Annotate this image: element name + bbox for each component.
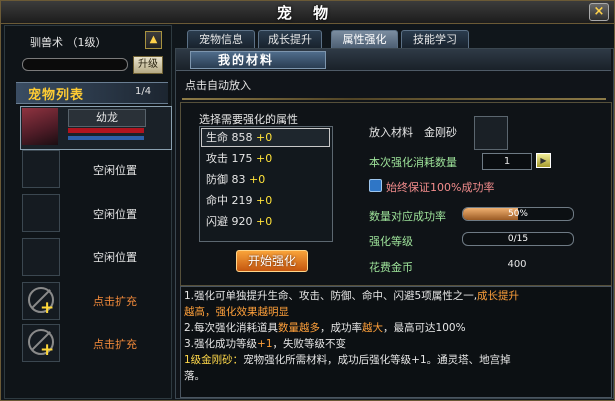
attribute-plus: +0	[256, 215, 273, 228]
attribute-plus: +0	[256, 194, 273, 207]
pet-hp-bar	[68, 128, 144, 133]
tab-attribute-enhance[interactable]: 属性强化	[331, 30, 398, 50]
close-button[interactable]: ×	[589, 3, 609, 21]
expand-slot-label[interactable]: 点击扩充	[70, 293, 160, 309]
empty-slot-icon[interactable]	[22, 238, 60, 276]
desc-line-3: 2.每次强化消耗道具数量越多，成功率越大，最高可达100%	[184, 322, 466, 334]
guarantee-label[interactable]: 始终保证100%成功率	[386, 179, 494, 195]
select-attribute-label: 选择需要强化的属性	[199, 113, 298, 126]
consume-quantity-label: 本次强化消耗数量	[369, 156, 457, 169]
attribute-value: 858	[231, 131, 253, 144]
success-rate-bar: 50%	[462, 207, 574, 221]
pet-name: 幼龙	[68, 109, 146, 127]
attribute-row[interactable]: 防御 83 +0	[206, 173, 326, 187]
attribute-value: 920	[231, 215, 253, 228]
attribute-name: 防御	[206, 173, 228, 186]
desc-line-2: 越高，强化效果越明显	[184, 306, 289, 318]
empty-slot-label[interactable]: 空闲位置	[70, 206, 160, 222]
attribute-row[interactable]: 生命 858 +0	[206, 131, 326, 145]
desc-line-5: 1级金刚砂：宠物强化所需材料，成功后强化等级+1。通灵塔、地宫掉	[184, 354, 511, 366]
desc-line-6: 落。	[184, 370, 205, 382]
divider	[182, 98, 606, 100]
attribute-name: 命中	[206, 194, 228, 207]
attribute-value: 175	[231, 152, 253, 165]
attribute-row[interactable]: 攻击 175 +0	[206, 152, 326, 166]
enhance-level-value: 0/15	[507, 234, 529, 244]
success-rate-value: 50%	[507, 209, 528, 219]
empty-slot-label[interactable]: 空闲位置	[70, 249, 160, 265]
tab-pet-info[interactable]: 宠物信息	[187, 30, 255, 50]
plus-icon: +	[40, 340, 55, 360]
upgrade-button[interactable]: 升级	[133, 56, 163, 74]
attribute-name: 闪避	[206, 215, 228, 228]
attribute-value: 83	[231, 173, 246, 186]
enhance-level-bar: 0/15	[462, 232, 574, 246]
attribute-plus: +0	[256, 152, 273, 165]
attribute-plus: +0	[249, 173, 266, 186]
pet-list-title: 宠物列表	[28, 88, 85, 103]
attribute-name: 生命	[206, 131, 228, 144]
empty-slot-icon[interactable]	[22, 150, 60, 188]
tab-growth[interactable]: 成长提升	[258, 30, 322, 50]
enhance-level-label: 强化等级	[369, 235, 413, 248]
desc-line-4: 3.强化成功等级+1，失败等级不变	[184, 338, 347, 350]
empty-slot-icon[interactable]	[22, 194, 60, 232]
tab-skill-learning[interactable]: 技能学习	[401, 30, 469, 50]
gold-cost-value: 400	[507, 259, 527, 270]
attribute-row[interactable]: 闪避 920 +0	[206, 215, 326, 229]
skill-up-icon[interactable]: ▲	[145, 31, 162, 49]
dragon-pet-icon	[22, 108, 58, 145]
auto-place-hint: 点击自动放入	[185, 79, 251, 92]
attribute-plus: +0	[256, 131, 273, 144]
plus-icon: +	[40, 298, 55, 318]
window-title: 宠 物	[276, 4, 337, 22]
attribute-row[interactable]: 命中 219 +0	[206, 194, 326, 208]
guarantee-checkbox[interactable]	[369, 179, 382, 192]
max-quantity-icon[interactable]: ▶	[536, 153, 551, 168]
empty-slot-label[interactable]: 空闲位置	[70, 162, 160, 178]
gold-cost-label: 花费金币	[369, 261, 413, 274]
start-enhance-button[interactable]: 开始强化	[236, 250, 308, 272]
taming-skill-label: 驯兽术 （1级）	[30, 36, 107, 49]
skill-exp-bar	[22, 58, 128, 71]
pet-list-count: 1/4	[135, 86, 152, 97]
attribute-name: 攻击	[206, 152, 228, 165]
material-slot[interactable]	[474, 116, 508, 150]
material-name: 金刚砂	[424, 126, 457, 139]
attribute-value: 219	[231, 194, 253, 207]
success-rate-label: 数量对应成功率	[369, 210, 446, 223]
pet-mp-bar	[68, 136, 144, 140]
consume-quantity-input[interactable]: 1	[482, 153, 532, 170]
put-material-label: 放入材料	[369, 126, 413, 139]
desc-line-1: 1.强化可单独提升生命、攻击、防御、命中、闪避5项属性之一,成长提升	[184, 290, 520, 302]
expand-slot-label[interactable]: 点击扩充	[70, 336, 160, 352]
material-title: 我的材料	[218, 53, 275, 67]
